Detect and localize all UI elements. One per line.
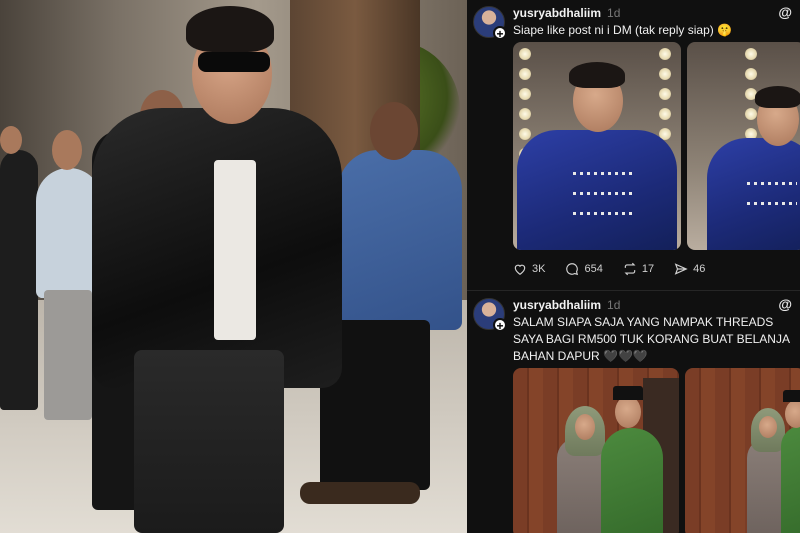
- bystander-left-head: [0, 126, 22, 154]
- like-count: 3K: [532, 263, 546, 275]
- share-icon: [674, 263, 688, 275]
- share-count: 46: [693, 263, 706, 275]
- bystander-pants: [44, 290, 92, 420]
- follow-plus-icon[interactable]: +: [493, 26, 507, 41]
- post-actions: 3K 654 17 46: [513, 262, 705, 276]
- model-hair: [569, 62, 625, 88]
- event-photo: [0, 0, 467, 533]
- username[interactable]: yusryabdhaliim 1d: [513, 298, 620, 312]
- heart-icon: [514, 264, 526, 275]
- uniform-braid: [747, 202, 797, 205]
- post-image[interactable]: [685, 368, 800, 533]
- post-image[interactable]: [687, 42, 800, 250]
- bodyguard-shoes: [300, 482, 420, 504]
- username-text[interactable]: yusryabdhaliim: [513, 6, 601, 20]
- post-time: 1d: [607, 298, 621, 312]
- post-time: 1d: [607, 6, 621, 20]
- songkok: [783, 390, 800, 402]
- post-caption: Siape like post ni i DM (tak reply siap)…: [513, 23, 733, 37]
- thread-post: + yusryabdhaliim 1d @ Siape like post ni …: [467, 0, 800, 290]
- comment-button[interactable]: 654: [565, 262, 603, 276]
- follow-plus-icon[interactable]: +: [493, 318, 507, 333]
- white-tank: [214, 160, 256, 340]
- blue-uniform: [517, 130, 677, 250]
- songkok: [613, 386, 643, 400]
- like-button[interactable]: 3K: [513, 262, 545, 276]
- comment-icon: [566, 263, 579, 276]
- black-jeans: [134, 350, 284, 533]
- repost-count: 17: [641, 263, 655, 275]
- sunglasses: [198, 52, 270, 72]
- bystander-shirt-head: [52, 130, 82, 170]
- post-caption: SALAM SIAPA SAJA YANG NAMPAK THREADS SAY…: [513, 315, 790, 363]
- bodyguard-right-head: [370, 102, 418, 160]
- main-hair: [186, 6, 274, 52]
- comment-count: 654: [584, 263, 603, 275]
- repost-button[interactable]: 17: [623, 262, 654, 276]
- username[interactable]: yusryabdhaliim 1d: [513, 6, 620, 20]
- green-baju: [601, 428, 663, 533]
- uniform-braid: [573, 192, 633, 195]
- bodyguard-right-shirt: [338, 150, 462, 330]
- thread-post: + yusryabdhaliim 1d @ SALAM SIAPA SAJA YA…: [467, 290, 800, 533]
- threads-feed[interactable]: + yusryabdhaliim 1d @ Siape like post ni …: [467, 0, 800, 533]
- post-image[interactable]: [513, 368, 679, 533]
- woman-face: [575, 414, 595, 440]
- post-image[interactable]: [513, 42, 681, 250]
- blue-uniform: [707, 138, 800, 250]
- woman-face: [759, 416, 777, 438]
- man-face: [785, 400, 800, 428]
- man-face: [615, 396, 641, 428]
- threads-logo-icon: @: [778, 4, 792, 20]
- bystander-left: [0, 150, 38, 410]
- uniform-braid: [573, 172, 633, 175]
- uniform-braid: [573, 212, 633, 215]
- repost-icon: [624, 262, 636, 276]
- uniform-braid: [747, 182, 797, 185]
- threads-logo-icon: @: [778, 296, 792, 312]
- share-button[interactable]: 46: [674, 262, 705, 276]
- green-baju: [781, 426, 800, 533]
- username-text[interactable]: yusryabdhaliim: [513, 298, 601, 312]
- model-hair: [755, 86, 800, 108]
